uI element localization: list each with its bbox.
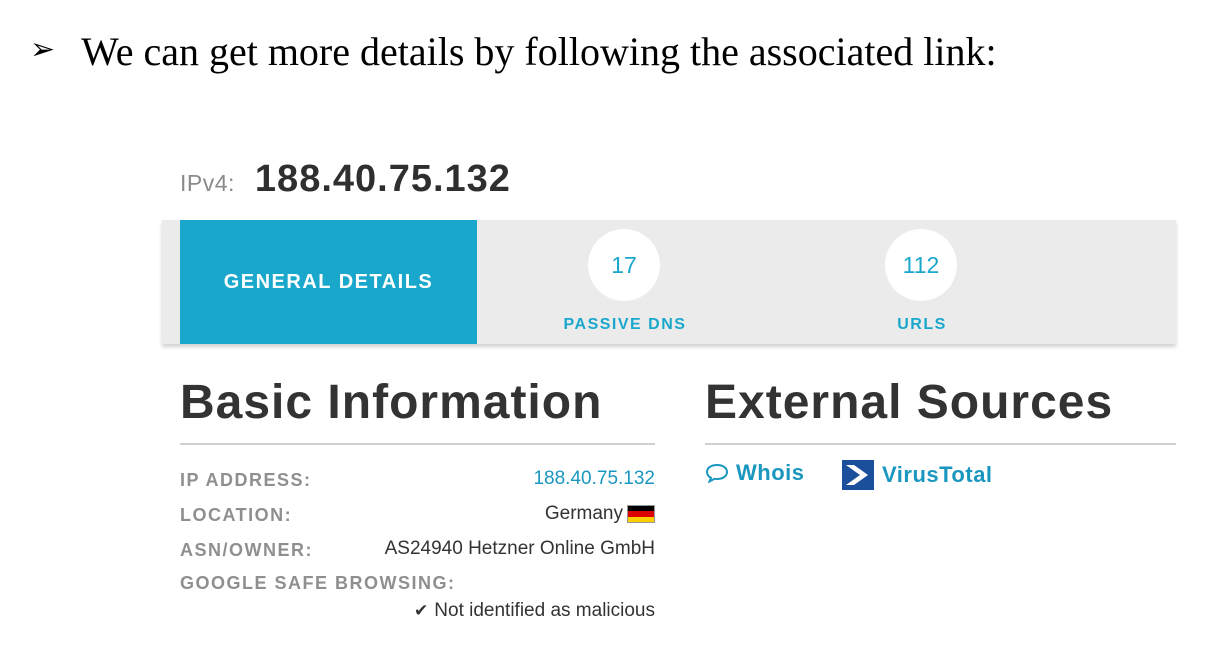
external-sources-heading: External Sources bbox=[705, 376, 1114, 429]
bullet-arrow-icon: ➢ bbox=[30, 32, 56, 66]
location-value: Germany bbox=[545, 503, 655, 525]
virustotal-link[interactable]: VirusTotal bbox=[842, 460, 993, 490]
location-label: LOCATION: bbox=[180, 505, 293, 525]
speech-bubble-icon bbox=[705, 463, 729, 483]
whois-link[interactable]: Whois bbox=[705, 460, 805, 486]
checkmark-icon: ✔ bbox=[414, 601, 429, 620]
germany-flag-icon bbox=[627, 504, 655, 523]
tab-bar: GENERAL DETAILS 17 PASSIVE DNS 112 URLS bbox=[162, 220, 1176, 344]
asn-owner-label: ASN/OWNER: bbox=[180, 540, 313, 560]
ip-value-title: 188.40.75.132 bbox=[254, 158, 511, 200]
virustotal-logo-icon bbox=[842, 460, 874, 490]
basic-divider bbox=[180, 443, 655, 445]
ip-address-label: IP ADDRESS: bbox=[180, 470, 312, 490]
ip-header: IPv4: 188.40.75.132 bbox=[180, 158, 511, 201]
ip-address-link[interactable]: 188.40.75.132 bbox=[533, 468, 655, 490]
ip-type-label: IPv4: bbox=[180, 170, 235, 196]
bullet-line: ➢ We can get more details by following t… bbox=[30, 24, 997, 78]
whois-label: Whois bbox=[736, 460, 805, 485]
bullet-text: We can get more details by following the… bbox=[81, 28, 997, 74]
virustotal-label: VirusTotal bbox=[882, 462, 993, 487]
tab-urls[interactable]: URLS bbox=[822, 316, 1022, 334]
safe-browsing-text: Not identified as malicious bbox=[434, 600, 655, 621]
tab-passive-dns-count[interactable]: 17 bbox=[588, 229, 660, 301]
external-divider bbox=[705, 443, 1176, 445]
location-text: Germany bbox=[544, 503, 623, 524]
asn-owner-value: AS24940 Hetzner Online GmbH bbox=[384, 538, 655, 559]
tab-general-details[interactable]: GENERAL DETAILS bbox=[180, 220, 477, 344]
basic-information-heading: Basic Information bbox=[180, 376, 603, 429]
tab-urls-count[interactable]: 112 bbox=[885, 229, 957, 301]
google-safe-browsing-label: GOOGLE SAFE BROWSING: bbox=[180, 573, 456, 593]
safe-browsing-status: ✔ Not identified as malicious bbox=[414, 600, 655, 622]
tab-general-details-label: GENERAL DETAILS bbox=[223, 270, 434, 293]
tab-passive-dns[interactable]: PASSIVE DNS bbox=[525, 316, 725, 334]
